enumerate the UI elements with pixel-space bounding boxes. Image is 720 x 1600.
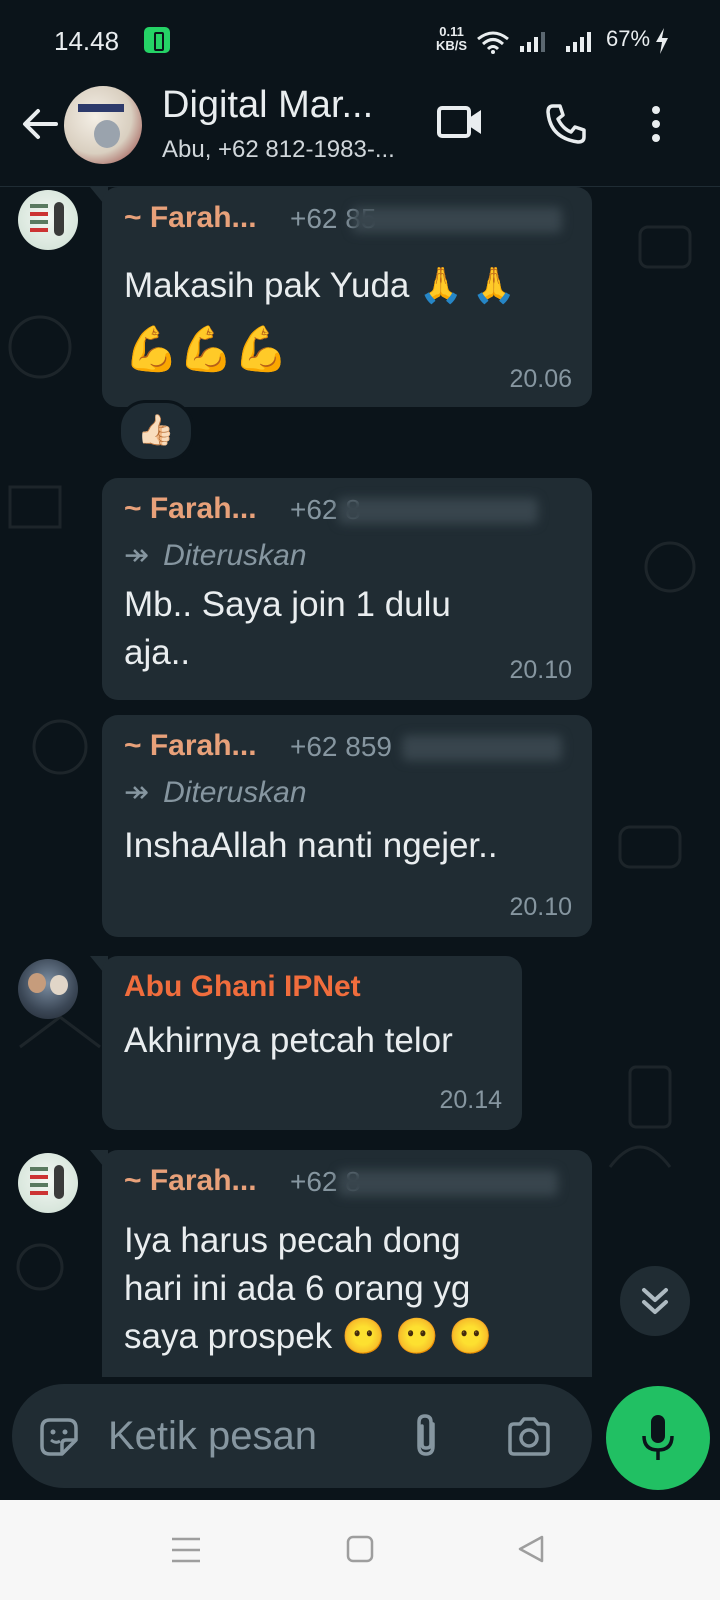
- network-speed-value: 0.11: [439, 24, 464, 39]
- message-time: 20.10: [509, 893, 572, 921]
- message-bubble[interactable]: ~ Farah... +62 8 ↠ Diteruskan Mb.. Saya j…: [102, 478, 592, 700]
- forward-icon: ↠: [124, 539, 150, 572]
- group-name[interactable]: Digital Mar...: [162, 84, 373, 127]
- message-text-line: saya prospek 😶 😶 😶: [124, 1317, 493, 1356]
- sender-name[interactable]: ~ Farah...: [124, 729, 257, 763]
- message-list[interactable]: ~ Farah... +62 85 Makasih pak Yuda 🙏 🙏 💪…: [0, 187, 720, 1377]
- signal-sim2-icon: [566, 32, 591, 52]
- charging-icon: [656, 28, 668, 54]
- redacted-phone: [338, 498, 538, 524]
- message-text-line: Akhirnya petcah telor: [124, 1021, 453, 1060]
- sender-avatar[interactable]: [18, 1153, 78, 1213]
- message-text-line: aja..: [124, 633, 191, 672]
- message-text-line: hari ini ada 6 orang yg: [124, 1269, 471, 1308]
- message-bubble[interactable]: ~ Farah... +62 85 Makasih pak Yuda 🙏 🙏 💪…: [102, 187, 592, 407]
- sender-name[interactable]: Abu Ghani IPNet: [124, 970, 361, 1004]
- message-text-line: Makasih pak Yuda 🙏 🙏: [124, 266, 516, 305]
- group-avatar[interactable]: [64, 86, 142, 164]
- camera-icon[interactable]: [506, 1416, 552, 1456]
- paperclip-icon[interactable]: [410, 1412, 444, 1462]
- voice-record-button[interactable]: [606, 1386, 710, 1490]
- message-composer[interactable]: Ketik pesan: [12, 1384, 592, 1488]
- system-nav-bar: [0, 1500, 720, 1600]
- home-icon[interactable]: [346, 1534, 374, 1564]
- forwarded-label: ↠ Diteruskan: [124, 538, 307, 573]
- video-call-icon[interactable]: [436, 102, 484, 142]
- arrow-left-icon[interactable]: [18, 102, 62, 146]
- chat-header: Digital Mar... Abu, +62 812-1983-...: [0, 80, 720, 187]
- sender-phone: +62 859: [290, 731, 392, 762]
- back-nav-icon[interactable]: [516, 1534, 546, 1564]
- battery-percent: 67%: [606, 26, 651, 51]
- sender-avatar[interactable]: [18, 959, 78, 1019]
- sender-name[interactable]: ~ Farah...: [124, 1164, 257, 1198]
- status-bar: 14.48 0.11 KB/S 67%: [0, 0, 720, 80]
- status-time: 14.48: [54, 26, 120, 56]
- message-text-line: Iya harus pecah dong: [124, 1221, 461, 1260]
- scroll-to-bottom-button[interactable]: [620, 1266, 690, 1336]
- forwarded-text: Diteruskan: [163, 776, 307, 809]
- message-text-line: Mb.. Saya join 1 dulu: [124, 585, 451, 624]
- forwarded-text: Diteruskan: [163, 539, 307, 572]
- message-input[interactable]: Ketik pesan: [108, 1414, 317, 1459]
- sender-name[interactable]: ~ Farah...: [124, 201, 257, 235]
- mic-icon: [642, 1415, 674, 1460]
- message-time: 20.10: [509, 656, 572, 684]
- message-text-line: 💪💪💪: [124, 325, 289, 374]
- sender-avatar[interactable]: [18, 190, 78, 250]
- sender-name[interactable]: ~ Farah...: [124, 492, 257, 526]
- sticker-icon[interactable]: [36, 1414, 82, 1460]
- phone-icon[interactable]: [544, 102, 588, 146]
- message-time: 20.14: [439, 1086, 502, 1114]
- recents-menu-icon[interactable]: [170, 1536, 202, 1564]
- double-chevron-down-icon: [642, 1288, 668, 1314]
- forwarded-label: ↠ Diteruskan: [124, 775, 307, 810]
- redacted-phone: [352, 207, 562, 233]
- network-speed: 0.11 KB/S: [436, 25, 467, 53]
- message-text-line: InshaAllah nanti ngejer..: [124, 826, 498, 865]
- more-vert-icon[interactable]: [648, 102, 664, 146]
- redacted-phone: [402, 735, 562, 761]
- battery-saver-icon: [144, 27, 170, 53]
- group-members[interactable]: Abu, +62 812-1983-...: [162, 136, 395, 164]
- signal-sim1-icon: [520, 32, 545, 52]
- message-bubble[interactable]: ~ Farah... +62 859 ↠ Diteruskan InshaAlla…: [102, 715, 592, 937]
- message-bubble[interactable]: ~ Farah... +62 8 Iya harus pecah dong ha…: [102, 1150, 592, 1377]
- wifi-icon: [477, 31, 509, 54]
- forward-icon: ↠: [124, 776, 150, 809]
- reaction-badge[interactable]: 👍🏻: [118, 400, 194, 462]
- message-time: 20.06: [509, 365, 572, 393]
- network-speed-unit: KB/S: [436, 38, 468, 53]
- redacted-phone: [338, 1170, 558, 1196]
- message-bubble[interactable]: Abu Ghani IPNet Akhirnya petcah telor 20…: [102, 956, 522, 1130]
